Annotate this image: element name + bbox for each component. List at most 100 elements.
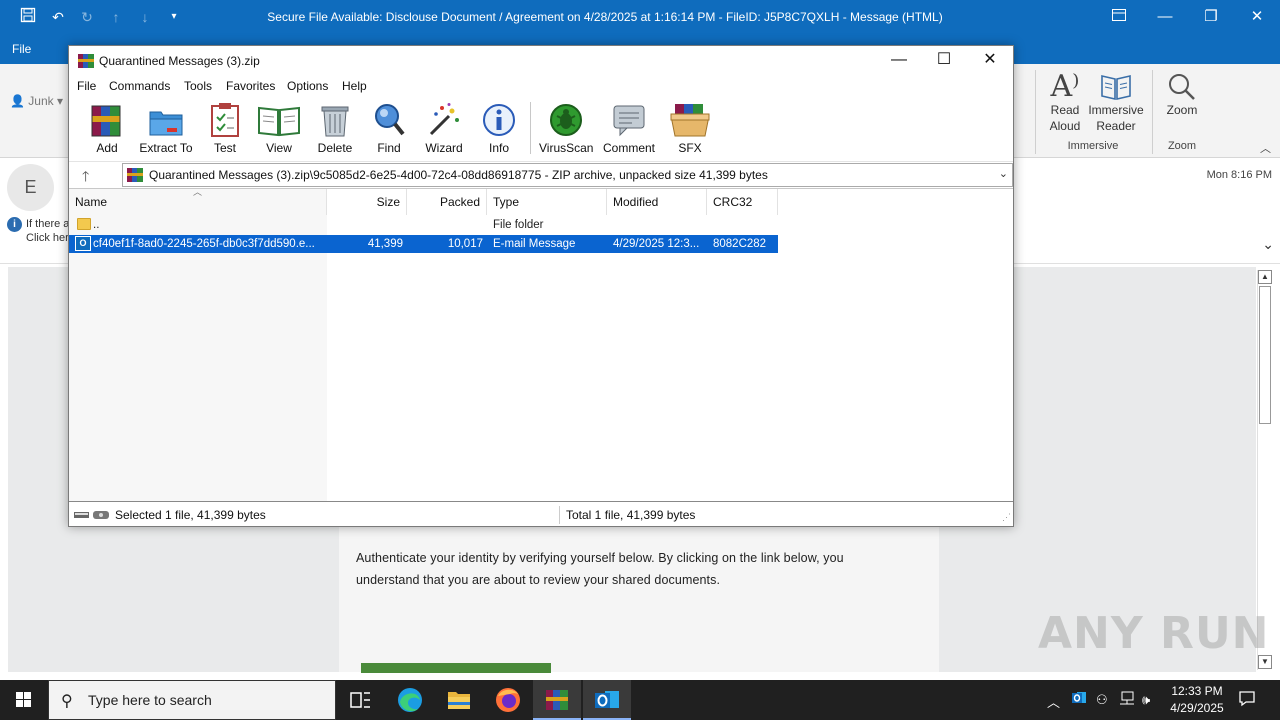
winrar-close-button[interactable]: ✕: [967, 46, 1013, 76]
add-button[interactable]: Add: [89, 102, 125, 155]
outlook-taskbar-button[interactable]: [583, 680, 631, 720]
view-label: View: [266, 141, 292, 155]
sfx-box-icon: [669, 102, 711, 138]
winrar-titlebar: Quarantined Messages (3).zip — ☐ ✕: [69, 46, 1013, 76]
message-date: Mon 8:16 PM: [1206, 169, 1272, 181]
file-list[interactable]: ︿ Name Size Packed Type Modified CRC32 .…: [69, 187, 1013, 502]
menu-file[interactable]: File: [77, 79, 96, 93]
winrar-icon: [546, 690, 568, 710]
minimize-button[interactable]: —: [1142, 0, 1188, 35]
table-row[interactable]: O cf40ef1f-8ad0-2245-265f-db0c3f7dd590.e…: [69, 235, 778, 253]
taskbar-search-box[interactable]: ⚲ Type here to search: [48, 680, 336, 720]
virusscan-button[interactable]: VirusScan: [539, 102, 593, 155]
row-name: ..: [93, 219, 100, 231]
ribbon-display-icon[interactable]: [1096, 0, 1142, 35]
zoom-button[interactable]: Zoom: [1162, 72, 1202, 118]
column-header-modified[interactable]: Modified: [607, 189, 707, 215]
close-button[interactable]: ✕: [1234, 0, 1280, 35]
path-combobox[interactable]: Quarantined Messages (3).zip\9c5085d2-6e…: [122, 163, 1013, 187]
table-row[interactable]: .. File folder: [69, 216, 778, 234]
taskbar-clock[interactable]: 12:33 PM 4/29/2025: [1162, 683, 1232, 717]
notification-icon[interactable]: [1238, 689, 1256, 710]
immersive-reader-button[interactable]: Immersive Reader: [1087, 72, 1145, 134]
column-header-size[interactable]: Size: [327, 189, 407, 215]
sfx-button[interactable]: SFX: [669, 102, 711, 155]
view-button[interactable]: View: [257, 102, 301, 155]
find-button[interactable]: Find: [371, 102, 407, 155]
collapse-ribbon-icon[interactable]: ︿: [1260, 140, 1271, 156]
menu-tools[interactable]: Tools: [184, 79, 212, 93]
start-button[interactable]: [0, 680, 48, 720]
scroll-up-arrow[interactable]: ▲: [1258, 270, 1272, 284]
status-selected: Selected 1 file, 41,399 bytes: [115, 508, 266, 522]
firefox-taskbar-button[interactable]: [484, 680, 532, 720]
column-header-type[interactable]: Type: [487, 189, 607, 215]
restore-button[interactable]: ❐: [1188, 0, 1234, 35]
info-label: Info: [488, 141, 509, 155]
meet-now-icon[interactable]: ⚇: [1096, 692, 1108, 708]
menu-options[interactable]: Options: [287, 79, 328, 93]
extract-to-button[interactable]: Extract To: [139, 102, 193, 155]
customize-toolbar-icon[interactable]: ▾: [164, 7, 184, 27]
column-header-packed[interactable]: Packed: [407, 189, 487, 215]
column-header-name[interactable]: Name: [69, 189, 327, 215]
sfx-label: SFX: [678, 141, 702, 155]
undo-icon[interactable]: ↶: [48, 7, 68, 27]
expand-header-icon[interactable]: ⌄: [1262, 236, 1274, 253]
info-line-1: If there a: [26, 218, 70, 230]
sender-avatar: E: [7, 164, 54, 211]
info-button[interactable]: Info: [481, 102, 517, 155]
test-button[interactable]: Test: [207, 102, 243, 155]
info-circle-icon: [482, 102, 516, 138]
wizard-button[interactable]: Wizard: [423, 102, 465, 155]
outlook-tray-icon[interactable]: [1071, 690, 1087, 709]
delete-label: Delete: [317, 141, 353, 155]
immersive-reader-label-1: Immersive: [1088, 103, 1144, 117]
show-hidden-icons[interactable]: ︿: [1047, 692, 1060, 711]
windows-logo-icon: [16, 692, 31, 707]
network-icon[interactable]: [1119, 690, 1135, 709]
clock-date: 4/29/2025: [1170, 701, 1224, 715]
path-dropdown-icon[interactable]: ⌄: [999, 167, 1008, 180]
menu-help[interactable]: Help: [342, 79, 367, 93]
delete-button[interactable]: Delete: [315, 102, 355, 155]
file-explorer-taskbar-button[interactable]: [435, 680, 483, 720]
volume-icon[interactable]: 🕪: [1142, 692, 1150, 708]
add-icon: [90, 102, 124, 138]
verify-link-button[interactable]: [361, 663, 551, 673]
find-label: Find: [377, 141, 401, 155]
menu-favorites[interactable]: Favorites: [226, 79, 275, 93]
row-name: cf40ef1f-8ad0-2245-265f-db0c3f7dd590.e..…: [93, 238, 315, 250]
scroll-thumb[interactable]: [1259, 286, 1271, 424]
redo-icon[interactable]: ↻: [77, 7, 97, 27]
column-header-crc32[interactable]: CRC32: [707, 189, 778, 215]
save-icon[interactable]: [18, 7, 38, 27]
up-folder-icon[interactable]: 🡑: [82, 166, 89, 190]
comment-bubble-icon: [612, 102, 646, 138]
read-aloud-icon: A⁾: [1050, 69, 1080, 104]
search-icon: ⚲: [61, 693, 73, 710]
winrar-maximize-button[interactable]: ☐: [921, 46, 967, 76]
comment-label: Comment: [602, 141, 655, 155]
menu-commands[interactable]: Commands: [109, 79, 170, 93]
file-menu[interactable]: File: [12, 35, 31, 64]
resize-grip-icon[interactable]: ⋰: [1002, 512, 1011, 523]
comment-button[interactable]: Comment: [601, 102, 657, 155]
task-view-button[interactable]: [336, 680, 384, 720]
task-view-icon: [350, 692, 370, 708]
info-bar[interactable]: If there a Click her: [26, 217, 69, 245]
group-label-zoom: Zoom: [1167, 140, 1197, 152]
previous-item-icon[interactable]: ↑: [106, 7, 126, 27]
edge-taskbar-button[interactable]: [386, 680, 434, 720]
outlook-titlebar: ↶ ↻ ↑ ↓ ▾ Secure File Available: Disclou…: [0, 0, 1280, 35]
folder-icon: [448, 692, 470, 709]
next-item-icon[interactable]: ↓: [135, 7, 155, 27]
winrar-app-icon: [78, 53, 94, 69]
add-label: Add: [96, 141, 118, 155]
junk-button[interactable]: 👤 Junk ▾: [10, 94, 63, 108]
find-magnifier-icon: [372, 102, 406, 138]
row-modified: 4/29/2025 12:3...: [613, 238, 700, 250]
winrar-taskbar-button[interactable]: [533, 680, 581, 720]
winrar-minimize-button[interactable]: —: [876, 46, 922, 76]
read-aloud-button[interactable]: A⁾ Read Aloud: [1043, 72, 1087, 134]
